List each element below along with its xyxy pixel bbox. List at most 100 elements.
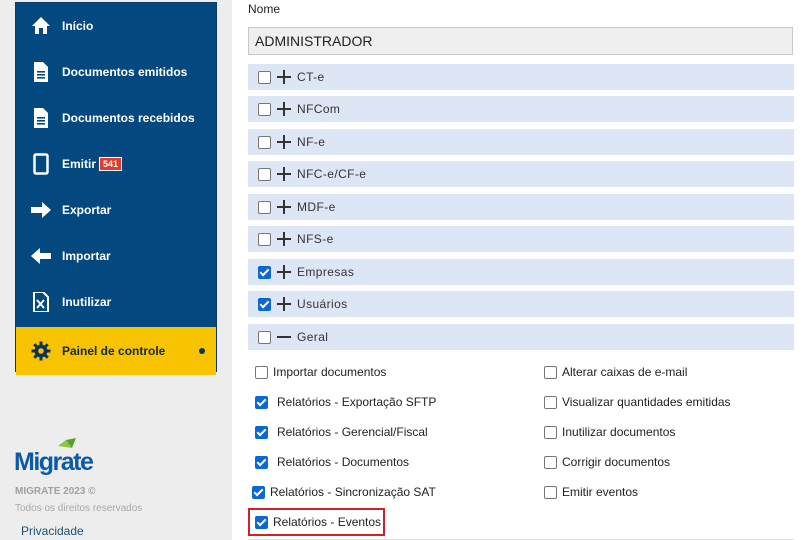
- permission-label: Emitir eventos: [562, 485, 639, 499]
- group-label: CT-e: [297, 70, 325, 84]
- permission-group-row[interactable]: MDF-e: [248, 194, 794, 220]
- permission-item[interactable]: Importar documentos: [255, 365, 386, 379]
- permission-group-row[interactable]: Empresas: [248, 259, 794, 285]
- permission-group-row[interactable]: Geral: [248, 324, 794, 350]
- group-checkbox[interactable]: [258, 265, 271, 279]
- expand-plus-icon[interactable]: [277, 70, 291, 84]
- permission-label: Corrigir documentos: [562, 455, 671, 469]
- home-icon: [30, 15, 52, 37]
- permission-label: Visualizar quantidades emitidas: [562, 395, 731, 409]
- permission-label: Relatórios - Gerencial/Fiscal: [277, 425, 428, 439]
- name-label: Nome: [248, 2, 281, 16]
- permission-checkbox[interactable]: [255, 395, 268, 409]
- sidebar-item-label: Emitir: [62, 157, 97, 171]
- group-checkbox[interactable]: [258, 135, 271, 149]
- permission-group-row[interactable]: NFCom: [248, 96, 794, 122]
- permission-item[interactable]: Relatórios - Gerencial/Fiscal: [255, 425, 428, 439]
- permission-label: Relatórios - Sincronização SAT: [270, 485, 436, 499]
- sidebar-item-label: Painel de controle: [62, 344, 166, 358]
- permission-group-row[interactable]: NFC-e/CF-e: [248, 161, 794, 187]
- group-checkbox[interactable]: [258, 297, 271, 311]
- highlight-box: [248, 508, 385, 536]
- group-label: Geral: [297, 330, 329, 344]
- group-checkbox[interactable]: [258, 330, 271, 344]
- permission-label: Alterar caixas de e-mail: [562, 365, 688, 379]
- group-label: Usuários: [297, 297, 348, 311]
- expand-plus-icon[interactable]: [277, 297, 291, 311]
- sidebar-item-label: Documentos recebidos: [62, 111, 195, 125]
- privacy-link[interactable]: Privacidade: [21, 524, 84, 538]
- permission-group-row[interactable]: NF-e: [248, 129, 794, 155]
- group-checkbox[interactable]: [258, 200, 271, 214]
- sidebar-item-documentos-emitidos[interactable]: Documentos emitidos: [16, 49, 216, 95]
- group-checkbox[interactable]: [258, 70, 271, 84]
- permission-group-row[interactable]: NFS-e: [248, 226, 794, 252]
- permission-group-row[interactable]: CT-e: [248, 64, 794, 90]
- arrow-left-icon: [30, 245, 52, 267]
- permission-label: Importar documentos: [273, 365, 387, 379]
- group-label: Empresas: [297, 265, 355, 279]
- permission-item[interactable]: Emitir eventos: [544, 485, 638, 499]
- sidebar: Início Documentos emitidos Documentos re…: [15, 2, 217, 375]
- group-label: NFC-e/CF-e: [297, 167, 367, 181]
- permission-item[interactable]: Inutilizar documentos: [544, 425, 675, 439]
- logo-text: Migrate: [14, 448, 94, 476]
- sidebar-item-inutilizar[interactable]: Inutilizar: [16, 279, 216, 325]
- group-label: NFS-e: [297, 232, 334, 246]
- group-label: NF-e: [297, 135, 326, 149]
- permission-checkbox[interactable]: [544, 365, 557, 379]
- permission-label: Relatórios - Documentos: [277, 455, 410, 469]
- expand-plus-icon[interactable]: [277, 200, 291, 214]
- sidebar-item-documentos-recebidos[interactable]: Documentos recebidos: [16, 95, 216, 141]
- expand-plus-icon[interactable]: [277, 232, 291, 246]
- sidebar-item-exportar[interactable]: Exportar: [16, 187, 216, 233]
- permission-checkbox[interactable]: [255, 455, 268, 469]
- sidebar-item-label: Inutilizar: [62, 295, 112, 309]
- permission-item[interactable]: Relatórios - Documentos: [255, 455, 409, 469]
- arrow-right-icon: [30, 199, 52, 221]
- sidebar-item-label: Início: [62, 19, 94, 33]
- name-input[interactable]: [248, 27, 793, 55]
- copyright-text: MIGRATE 2023 ©: [15, 486, 96, 497]
- expand-plus-icon[interactable]: [277, 265, 291, 279]
- permission-item[interactable]: Visualizar quantidades emitidas: [544, 395, 731, 409]
- permission-item[interactable]: Relatórios - Sincronização SAT: [252, 485, 436, 499]
- permission-checkbox[interactable]: [255, 425, 268, 439]
- document-icon: [30, 61, 52, 83]
- permission-checkbox[interactable]: [544, 485, 557, 499]
- sidebar-item-label: Importar: [62, 249, 111, 263]
- group-label: NFCom: [297, 102, 341, 116]
- permission-item[interactable]: Relatórios - Exportação SFTP: [255, 395, 436, 409]
- sidebar-item-importar[interactable]: Importar: [16, 233, 216, 279]
- permission-checkbox[interactable]: [544, 455, 557, 469]
- cancel-document-icon: [30, 291, 52, 313]
- expand-plus-icon[interactable]: [277, 102, 291, 116]
- sidebar-item-painel-de-controle[interactable]: Painel de controle: [16, 327, 216, 375]
- sidebar-item-label: Documentos emitidos: [62, 65, 188, 79]
- permission-item[interactable]: Alterar caixas de e-mail: [544, 365, 687, 379]
- expand-plus-icon[interactable]: [277, 135, 291, 149]
- sidebar-item-inicio[interactable]: Início: [16, 3, 216, 49]
- group-checkbox[interactable]: [258, 232, 271, 246]
- permission-label: Relatórios - Exportação SFTP: [277, 395, 437, 409]
- sidebar-item-label: Exportar: [62, 203, 112, 217]
- permission-label: Inutilizar documentos: [562, 425, 676, 439]
- permission-checkbox[interactable]: [252, 485, 265, 499]
- tablet-icon: [30, 153, 52, 175]
- sidebar-item-emitir[interactable]: Emitir 541: [16, 141, 216, 187]
- collapse-minus-icon[interactable]: [277, 330, 291, 344]
- group-label: MDF-e: [297, 200, 336, 214]
- active-indicator-dot: [199, 348, 205, 354]
- permission-checkbox[interactable]: [544, 425, 557, 439]
- document-icon: [30, 107, 52, 129]
- permission-checkbox[interactable]: [255, 365, 268, 379]
- rights-text: Todos os direitos reservados: [15, 503, 143, 514]
- permission-checkbox[interactable]: [544, 395, 557, 409]
- permission-item[interactable]: Corrigir documentos: [544, 455, 670, 469]
- group-checkbox[interactable]: [258, 102, 271, 116]
- emitir-count-badge: 541: [99, 157, 123, 171]
- permission-group-row[interactable]: Usuários: [248, 291, 794, 317]
- expand-plus-icon[interactable]: [277, 167, 291, 181]
- group-checkbox[interactable]: [258, 167, 271, 181]
- gear-icon: [30, 340, 52, 362]
